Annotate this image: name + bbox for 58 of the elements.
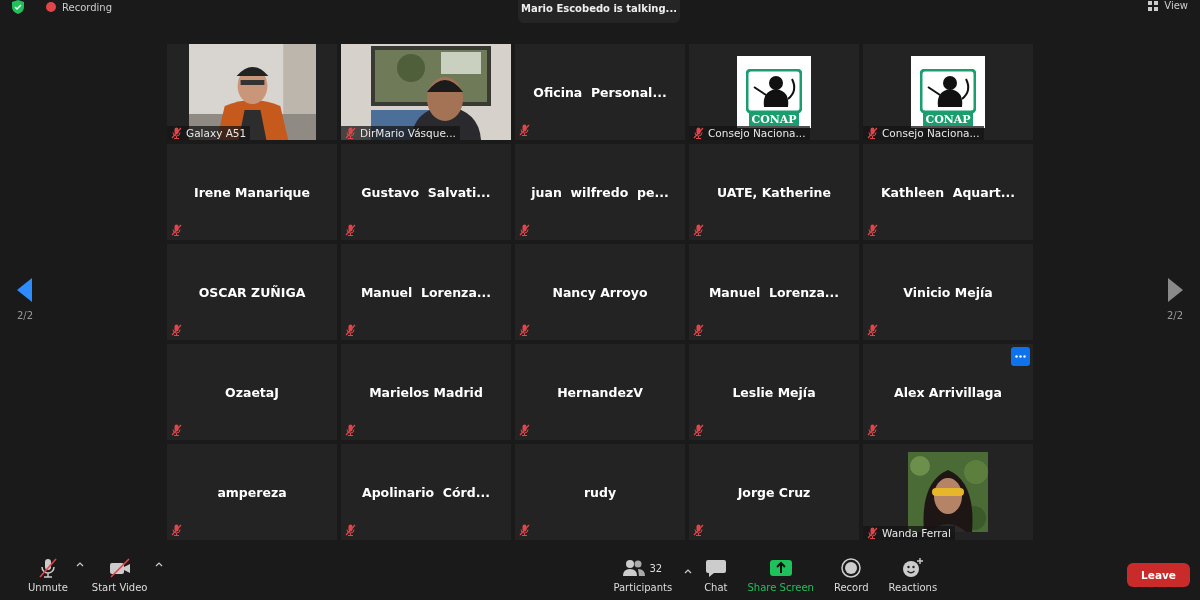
participant-name: Apolinario Córd... [362,484,490,500]
leave-button[interactable]: Leave [1127,563,1190,587]
participant-name: Jorge Cruz [737,484,811,500]
participant-name: Marielos Madrid [369,384,483,400]
participant-name: Alex Arrivillaga [894,384,1002,400]
participant-name: juan wilfredo pe... [531,184,669,200]
monkey-logo-icon [920,69,976,113]
participant-name: HernandezV [557,384,643,400]
reactions-button[interactable]: Reactions [880,557,946,593]
logo-text: CONAP [749,113,799,126]
caret-up-icon[interactable] [684,569,693,574]
participant-name: Kathleen Aquart... [880,184,1016,200]
left-triangle-icon [17,278,33,302]
grid-view-icon[interactable] [1148,0,1159,11]
mic-button[interactable]: Unmute [20,557,76,593]
logo-text: CONAP [923,113,973,126]
chat-bubble-icon [704,558,727,578]
view-label[interactable]: View [1164,0,1188,11]
participant-name: Consejo Naciona... [708,127,806,139]
participant-name: OzaetaJ [225,384,279,400]
participant-name: Manuel Lorenza... [708,284,840,300]
shield-check-icon[interactable] [12,0,24,14]
share-button[interactable]: Share Screen [739,557,822,593]
muted-microphone-icon [36,557,59,579]
share-screen-icon [769,559,792,577]
participant-name: ampereza [217,484,287,500]
participant-name: OSCAR ZUÑIGA [198,284,306,300]
participant-name: Leslie Mejía [732,384,816,400]
participant-name: Wanda Ferral [882,527,951,539]
participant-name: Manuel Lorenza... [360,284,492,300]
participants-button[interactable]: 32 Participants [605,557,681,593]
participant-name: Galaxy A51 [186,127,247,139]
monkey-logo-icon [746,69,802,113]
record-icon [841,558,862,578]
ellipsis-icon [1015,355,1026,358]
participant-name: Gustavo Salvati... [361,184,491,200]
record-button[interactable]: Record [825,557,877,593]
recording-dot-icon [46,2,56,12]
participant-name: DirMario Vásque... [360,127,456,139]
caret-up-icon[interactable] [75,562,84,567]
chat-button[interactable]: Chat [696,557,736,593]
participant-name: Vinicio Mejía [903,284,993,300]
smiley-plus-icon [901,558,924,578]
participant-name: Irene Manarique [194,184,310,200]
right-triangle-icon [1167,278,1183,302]
participant-name: UATE, Katherine [717,184,831,200]
caret-up-icon[interactable] [155,562,164,567]
participant-name: Consejo Naciona... [882,127,980,139]
previous-page-button[interactable]: 2/2 [0,40,50,322]
recording-label: Recording [62,1,112,13]
talking-indicator: Mario Escobedo is talking... [518,0,680,23]
more-options-button[interactable] [1011,347,1030,366]
people-icon [623,559,646,577]
participant-name: rudy [583,484,617,500]
participant-name: Oficina Personal... [533,84,667,100]
camera-button[interactable]: Start Video [83,557,156,593]
camera-off-icon [107,557,132,579]
participant-name: Nancy Arroyo [552,284,648,300]
